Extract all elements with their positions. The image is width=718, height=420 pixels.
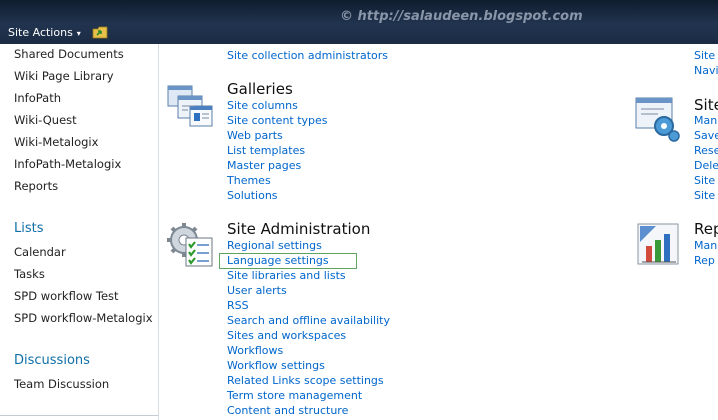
site-settings-icon (635, 97, 680, 142)
link-rss[interactable]: RSS (227, 299, 249, 312)
link-user-alerts[interactable]: User alerts (227, 284, 287, 297)
link-themes[interactable]: Themes (227, 174, 271, 187)
reports-chart-icon (637, 223, 679, 265)
link-workflows[interactable]: Workflows (227, 344, 283, 357)
right-link-site-b[interactable]: Site (694, 189, 715, 202)
link-site-content-types[interactable]: Site content types (227, 114, 328, 127)
link-search-and-offline-availability[interactable]: Search and offline availability (227, 314, 390, 327)
link-related-links-scope-settings[interactable]: Related Links scope settings (227, 374, 384, 387)
link-site-collection-administrators[interactable]: Site collection administrators (227, 49, 388, 62)
gear-checklist-icon (167, 223, 213, 267)
site-administration-title: Site Administration (227, 220, 371, 238)
nav-item-infopath[interactable]: InfoPath (14, 91, 61, 105)
right-link-reports[interactable]: Rep (694, 254, 715, 267)
nav-divider (0, 415, 158, 416)
nav-item-tasks[interactable]: Tasks (14, 267, 45, 281)
right-link-reports-manage[interactable]: Man (694, 239, 717, 252)
nav-item-infopath-metalogix[interactable]: InfoPath-Metalogix (14, 157, 121, 171)
chevron-down-icon: ▾ (76, 29, 81, 38)
nav-item-spd-workflow-test[interactable]: SPD workflow Test (14, 289, 119, 303)
link-site-libraries-and-lists[interactable]: Site libraries and lists (227, 269, 346, 282)
link-language-settings[interactable]: Language settings (227, 254, 329, 267)
site-actions-label: Site Actions (8, 26, 73, 39)
nav-item-reports[interactable]: Reports (14, 179, 58, 193)
link-regional-settings[interactable]: Regional settings (227, 239, 322, 252)
right-section-reports-title: Rep (694, 220, 718, 238)
watermark: © http://salaudeen.blogspot.com (340, 9, 583, 24)
nav-item-wiki-page-library[interactable]: Wiki Page Library (14, 69, 114, 83)
quick-launch: Shared Documents Wiki Page Library InfoP… (0, 44, 159, 420)
site-actions-menu[interactable]: Site Actions ▾ (8, 26, 81, 39)
link-web-parts[interactable]: Web parts (227, 129, 283, 142)
right-link-delete[interactable]: Dele (694, 159, 718, 172)
nav-item-wiki-quest[interactable]: Wiki-Quest (14, 113, 77, 127)
right-link-save[interactable]: Save (694, 129, 718, 142)
right-link-reset[interactable]: Rese (694, 144, 718, 157)
right-link-navigation[interactable]: Navi (694, 64, 718, 77)
navigate-up-icon[interactable] (92, 26, 108, 39)
link-site-columns[interactable]: Site columns (227, 99, 298, 112)
nav-item-shared-documents[interactable]: Shared Documents (14, 47, 124, 61)
right-link-site[interactable]: Site (694, 49, 715, 62)
link-term-store-management[interactable]: Term store management (227, 389, 362, 402)
nav-heading-discussions[interactable]: Discussions (14, 353, 90, 368)
galleries-title: Galleries (227, 80, 293, 98)
nav-item-spd-workflow-metalogix[interactable]: SPD workflow-Metalogix (14, 311, 153, 325)
nav-item-team-discussion[interactable]: Team Discussion (14, 377, 109, 391)
nav-heading-lists[interactable]: Lists (14, 221, 44, 236)
nav-item-wiki-metalogix[interactable]: Wiki-Metalogix (14, 135, 98, 149)
link-solutions[interactable]: Solutions (227, 189, 278, 202)
link-sites-and-workspaces[interactable]: Sites and workspaces (227, 329, 346, 342)
nav-item-calendar[interactable]: Calendar (14, 245, 66, 259)
link-list-templates[interactable]: List templates (227, 144, 305, 157)
link-workflow-settings[interactable]: Workflow settings (227, 359, 325, 372)
ribbon-bar: Site Actions ▾ © http://salaudeen.blogspo… (0, 0, 718, 44)
right-link-manage[interactable]: Man (694, 114, 717, 127)
right-section-site-title: Site (694, 96, 718, 114)
link-master-pages[interactable]: Master pages (227, 159, 301, 172)
link-content-and-structure[interactable]: Content and structure (227, 404, 348, 417)
galleries-icon (167, 85, 213, 127)
right-link-site-a[interactable]: Site (694, 174, 715, 187)
